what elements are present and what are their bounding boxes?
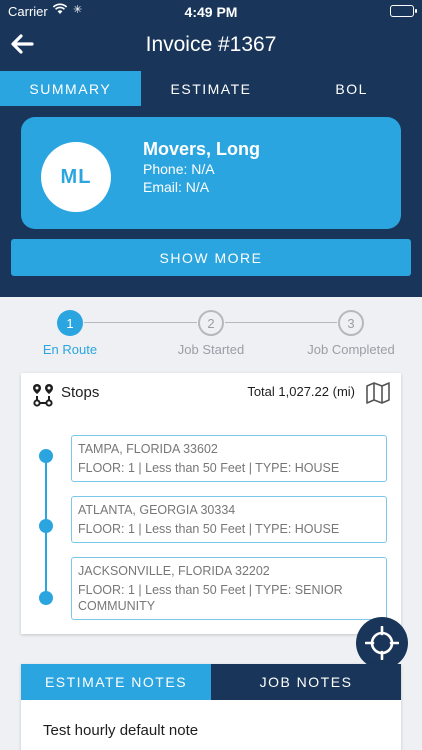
header-panel: Carrier ✳ 4:49 PM Invoice #1367 SUMMARY … <box>0 0 422 297</box>
stop-item-1[interactable]: TAMPA, FLORIDA 33602 FLOOR: 1 | Less tha… <box>71 435 387 482</box>
step-connector <box>84 322 197 323</box>
show-more-button[interactable]: SHOW MORE <box>11 239 411 276</box>
stop-marker <box>39 449 53 463</box>
tab-job-notes[interactable]: JOB NOTES <box>211 664 401 700</box>
note-text: Test hourly default note <box>43 722 199 739</box>
stop-details: FLOOR: 1 | Less than 50 Feet | TYPE: HOU… <box>78 522 340 536</box>
step-connector <box>225 322 337 323</box>
page-title: Invoice #1367 <box>145 33 277 56</box>
stop-item-3[interactable]: JACKSONVILLE, FLORIDA 32202 FLOOR: 1 | L… <box>71 557 387 620</box>
customer-email: Email: N/A <box>143 179 210 195</box>
step-2-indicator: 2 <box>198 310 224 336</box>
stop-details: FLOOR: 1 | Less than 50 Feet | TYPE: HOU… <box>78 461 340 475</box>
notes-tab-bar: ESTIMATE NOTES JOB NOTES <box>21 664 401 700</box>
stop-address: TAMPA, FLORIDA 33602 <box>78 442 218 456</box>
stops-total-distance: Total 1,027.22 (mi) <box>247 384 355 399</box>
step-3-indicator: 3 <box>338 310 364 336</box>
battery-icon <box>390 5 417 17</box>
stop-marker <box>39 591 53 605</box>
tab-estimate[interactable]: ESTIMATE <box>141 71 282 106</box>
map-icon[interactable] <box>365 382 391 409</box>
stop-item-2[interactable]: ATLANTA, GEORGIA 30334 FLOOR: 1 | Less t… <box>71 496 387 543</box>
step-1-indicator: 1 <box>57 310 83 336</box>
stops-card: Stops Total 1,027.22 (mi) TAMPA, FLORIDA… <box>21 373 401 634</box>
tab-estimate-notes[interactable]: ESTIMATE NOTES <box>21 664 211 700</box>
tab-summary[interactable]: SUMMARY <box>0 71 141 106</box>
status-bar: Carrier ✳ 4:49 PM <box>0 0 422 22</box>
customer-card: ML Movers, Long Phone: N/A Email: N/A <box>21 117 401 229</box>
clock: 4:49 PM <box>184 4 238 20</box>
avatar: ML <box>41 142 111 212</box>
tab-bar: SUMMARY ESTIMATE BOL <box>0 71 422 106</box>
step-2-label: Job Started <box>177 342 245 357</box>
step-3-label: Job Completed <box>307 342 395 357</box>
stop-details: FLOOR: 1 | Less than 50 Feet | TYPE: SEN… <box>78 583 343 613</box>
step-1-label: En Route <box>42 342 98 357</box>
crosshair-icon <box>365 626 399 660</box>
stop-address: JACKSONVILLE, FLORIDA 32202 <box>78 564 270 578</box>
locate-button[interactable] <box>356 617 408 669</box>
stop-marker <box>39 519 53 533</box>
customer-name: Movers, Long <box>143 139 261 159</box>
route-pin-icon <box>32 383 54 412</box>
customer-phone: Phone: N/A <box>143 161 215 177</box>
tab-bol[interactable]: BOL <box>281 71 422 106</box>
notes-panel: ESTIMATE NOTES JOB NOTES Test hourly def… <box>21 664 401 750</box>
stops-title: Stops <box>61 384 100 401</box>
stop-address: ATLANTA, GEORGIA 30334 <box>78 503 236 517</box>
